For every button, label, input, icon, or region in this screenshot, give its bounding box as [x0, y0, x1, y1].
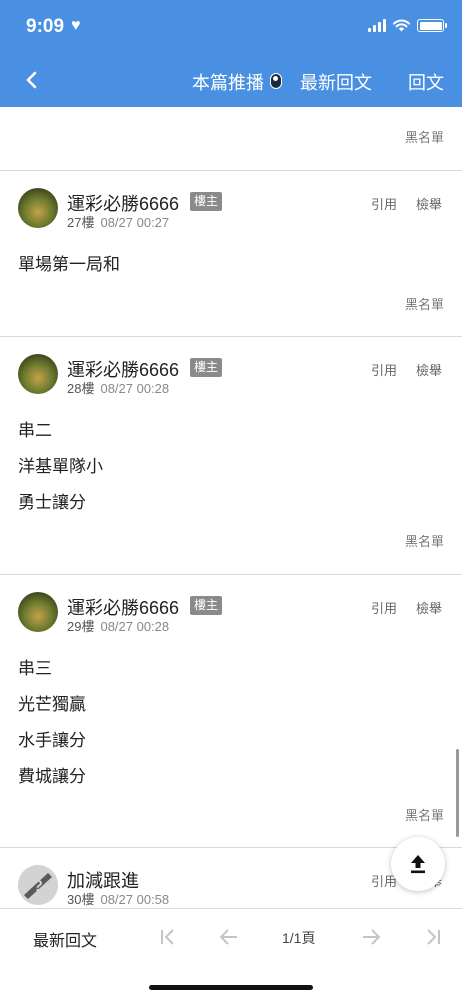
thread-content: 黑名單 運彩必勝6666 樓主 27樓 08/27 00:27 引用 檢舉 單場第… [0, 107, 462, 908]
last-page-icon[interactable] [421, 926, 443, 948]
home-indicator [149, 985, 313, 990]
post-meta: 28樓 08/27 00:28 [67, 378, 169, 397]
post-text-line: 勇士讓分 [18, 493, 86, 512]
post-text-line: 洋基單隊小 [18, 457, 103, 476]
post-meta: 29樓 08/27 00:28 [67, 616, 169, 635]
post-text-line: 費城讓分 [18, 767, 86, 786]
page-indicator[interactable]: 1/1頁 [282, 928, 315, 948]
op-badge: 樓主 [190, 192, 223, 211]
post-floor: 27樓 [67, 215, 95, 230]
report-button[interactable]: 檢舉 [416, 194, 442, 213]
post-floor: 30樓 [67, 892, 95, 907]
report-button[interactable]: 檢舉 [416, 360, 442, 379]
app-header: 9:09 ♥ 本篇推播 最新回文 回文 [0, 0, 462, 107]
scrollbar[interactable] [456, 749, 459, 837]
heart-icon: ♥ [71, 17, 81, 34]
divider [0, 847, 462, 848]
prev-page-icon[interactable] [218, 926, 240, 948]
battery-icon [417, 19, 447, 32]
push-notify-button[interactable]: 本篇推播 [192, 69, 264, 95]
post-date: 08/27 00:28 [100, 381, 170, 396]
post-date: 08/27 00:28 [100, 619, 170, 634]
post-text-line: 單場第一局和 [18, 255, 120, 274]
op-badge: 樓主 [190, 596, 223, 615]
first-page-icon[interactable] [158, 926, 180, 948]
quote-button[interactable]: 引用 [371, 360, 397, 379]
post-text-line: 光芒獨贏 [18, 695, 86, 714]
scroll-to-top-button[interactable] [391, 837, 445, 891]
avatar[interactable] [18, 354, 58, 394]
unknown-user-icon: ? [18, 865, 58, 905]
divider [0, 336, 462, 337]
post-text-line: 水手讓分 [18, 731, 86, 750]
report-button[interactable]: 檢舉 [416, 598, 442, 617]
reply-button[interactable]: 回文 [408, 69, 444, 95]
upload-arrow-icon [411, 855, 425, 874]
next-page-icon[interactable] [360, 926, 382, 948]
avatar[interactable] [18, 188, 58, 228]
post-text-line: 串三 [18, 659, 52, 678]
quote-button[interactable]: 引用 [371, 598, 397, 617]
wifi-icon [393, 19, 410, 32]
post-meta: 30樓 08/27 00:58 [67, 889, 169, 908]
blacklist-button[interactable]: 黑名單 [405, 294, 444, 313]
latest-reply-tab[interactable]: 最新回文 [33, 927, 97, 951]
signal-icon [368, 19, 386, 32]
post-floor: 28樓 [67, 381, 95, 396]
op-badge: 樓主 [190, 358, 223, 377]
push-toggle-icon[interactable] [270, 73, 282, 89]
blacklist-button[interactable]: 黑名單 [405, 805, 444, 824]
avatar[interactable] [18, 592, 58, 632]
blacklist-button[interactable]: 黑名單 [405, 531, 444, 550]
post-text-line: 串二 [18, 421, 52, 440]
blacklist-button[interactable]: 黑名單 [405, 127, 444, 146]
status-icons [368, 19, 447, 32]
back-arrow-icon[interactable] [22, 66, 42, 94]
post-date: 08/27 00:27 [100, 215, 170, 230]
divider [0, 170, 462, 171]
post-floor: 29樓 [67, 619, 95, 634]
status-time: 9:09 [26, 16, 65, 37]
quote-button[interactable]: 引用 [371, 194, 397, 213]
default-avatar[interactable]: ? [18, 865, 58, 905]
svg-text:?: ? [33, 878, 43, 895]
post-date: 08/27 00:58 [100, 892, 170, 907]
latest-reply-button[interactable]: 最新回文 [300, 69, 372, 95]
bottom-toolbar: 最新回文 1/1頁 [0, 908, 462, 1000]
post-meta: 27樓 08/27 00:27 [67, 212, 169, 231]
divider [0, 574, 462, 575]
